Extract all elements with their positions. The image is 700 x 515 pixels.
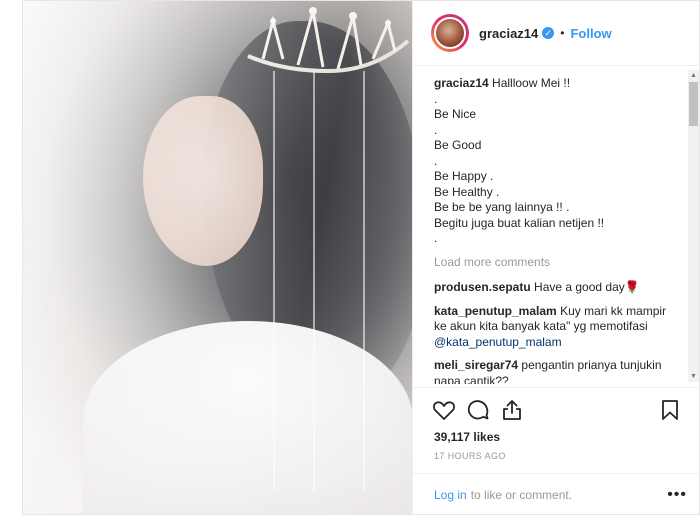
caption-line: Be Happy . bbox=[434, 169, 494, 183]
post-header: graciaz14 ✓ • Follow bbox=[413, 1, 700, 66]
caption-line: graciaz14 Hallloow Mei !! bbox=[434, 76, 683, 92]
post-side-panel: graciaz14 ✓ • Follow graciaz14 Hallloow … bbox=[412, 1, 700, 514]
caption-line: Be Good bbox=[434, 138, 482, 152]
bookmark-icon[interactable] bbox=[658, 398, 682, 422]
caption-line: . bbox=[434, 231, 438, 245]
caption-line: . bbox=[434, 153, 438, 168]
header-separator: • bbox=[560, 26, 565, 40]
caption-line: . bbox=[434, 91, 438, 106]
rose-emoji-icon: 🌹 bbox=[624, 280, 640, 294]
login-prompt-text: to like or comment. bbox=[470, 487, 573, 502]
post-photo[interactable] bbox=[23, 1, 412, 514]
comment-item: produsen.sepatu Have a good day🌹 bbox=[434, 280, 683, 296]
caption-line: Begitu juga buat kalian netijen !! bbox=[434, 215, 605, 230]
comment-text: Have a good day bbox=[534, 280, 625, 294]
avatar[interactable] bbox=[431, 14, 469, 52]
scroll-up-icon[interactable]: ▲ bbox=[688, 70, 699, 81]
login-link[interactable]: Log in bbox=[434, 488, 467, 502]
comment-text: pengantin prianya tunjukin bbox=[521, 358, 662, 372]
comment-text-continued: ke akun kita banyak kata" yg memotifasi bbox=[434, 319, 648, 333]
comment-icon[interactable] bbox=[466, 398, 490, 422]
header-username[interactable]: graciaz14 bbox=[479, 26, 538, 41]
post-timestamp[interactable]: 17 HOURS AGO bbox=[434, 451, 506, 461]
comment-text-continued: napa cantik?? bbox=[434, 373, 509, 385]
caption-text: Hallloow Mei !! bbox=[492, 76, 571, 90]
comments-section[interactable]: graciaz14 Hallloow Mei !! . Be Nice . Be… bbox=[413, 66, 700, 384]
follow-button[interactable]: Follow bbox=[570, 26, 611, 41]
likes-count[interactable]: 39,117 likes bbox=[434, 430, 500, 444]
heart-icon[interactable] bbox=[432, 398, 456, 422]
comment-username[interactable]: kata_penutup_malam bbox=[434, 304, 557, 318]
comment-item: meli_siregar74 pengantin prianya tunjuki… bbox=[434, 358, 683, 384]
caption-line: . bbox=[434, 122, 438, 137]
comment-username[interactable]: produsen.sepatu bbox=[434, 280, 531, 294]
caption-line: Be Nice bbox=[434, 107, 477, 121]
more-options-icon[interactable]: ••• bbox=[667, 474, 687, 515]
comments-scrollbar[interactable]: ▲ ▼ bbox=[688, 70, 699, 382]
scrollbar-thumb[interactable] bbox=[689, 82, 698, 126]
action-bar bbox=[413, 387, 700, 433]
comment-item: kata_penutup_malam Kuy mari kk mampir ke… bbox=[434, 304, 683, 351]
comment-username[interactable]: meli_siregar74 bbox=[434, 358, 518, 372]
caption-line: Be be be yang lainnya !! . bbox=[434, 200, 570, 214]
scroll-down-icon[interactable]: ▼ bbox=[688, 371, 699, 382]
caption-username[interactable]: graciaz14 bbox=[434, 76, 489, 90]
share-icon[interactable] bbox=[500, 398, 524, 422]
instagram-post: graciaz14 ✓ • Follow graciaz14 Hallloow … bbox=[22, 0, 700, 515]
comment-footer: Log in to like or comment. ••• bbox=[413, 473, 700, 515]
caption-line: Be Healthy . bbox=[434, 184, 500, 199]
verified-badge-icon: ✓ bbox=[542, 27, 555, 39]
avatar-image bbox=[434, 17, 466, 49]
load-more-comments-button[interactable]: Load more comments bbox=[434, 255, 683, 271]
comment-mention-link[interactable]: @kata_penutup_malam bbox=[434, 335, 562, 349]
photo-veil bbox=[23, 1, 412, 514]
comment-text: Kuy mari kk mampir bbox=[560, 303, 667, 318]
